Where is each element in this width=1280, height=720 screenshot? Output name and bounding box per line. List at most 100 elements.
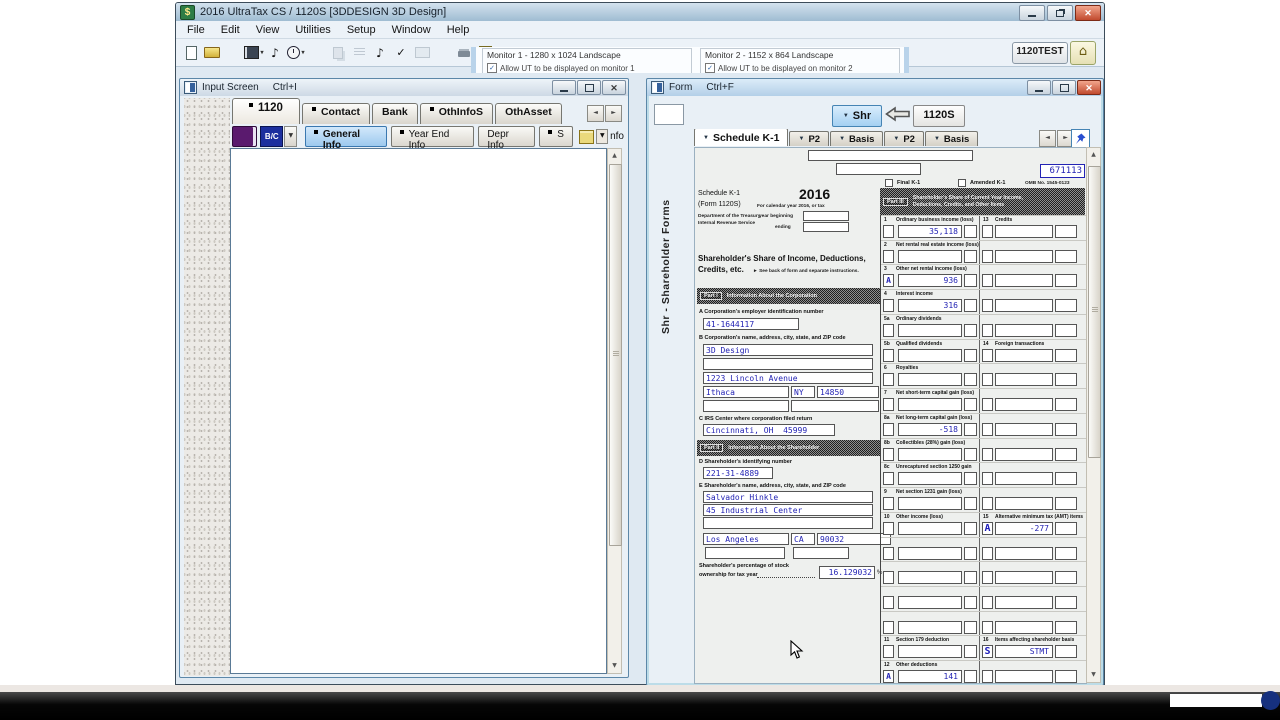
toolbar-separator[interactable]: ▾ — [433, 43, 453, 63]
restore-button[interactable] — [1047, 5, 1073, 21]
amount-field[interactable] — [898, 373, 962, 386]
list-icon[interactable]: ▾ — [349, 43, 369, 63]
corp-street-field[interactable]: 1223 Lincoln Avenue — [703, 372, 873, 384]
amount-field[interactable] — [995, 670, 1053, 683]
input-scrollbar[interactable]: ▲ ▼ — [607, 148, 622, 674]
view-dropdown-icon[interactable]: ▼ — [284, 126, 297, 147]
code-field[interactable]: S — [982, 645, 993, 658]
shr-folder-button[interactable]: ▼ Shr — [832, 105, 882, 127]
scroll-up-icon[interactable]: ▲ — [608, 149, 621, 163]
scroll-down-icon[interactable]: ▼ — [608, 659, 621, 673]
amount-field[interactable] — [995, 621, 1053, 634]
amount-field[interactable]: 35,118 — [898, 225, 962, 238]
code-field[interactable] — [982, 373, 993, 386]
pin-icon[interactable] — [1071, 129, 1090, 148]
amount-field[interactable] — [995, 571, 1053, 584]
form-scroll-thumb[interactable] — [1088, 166, 1101, 458]
code-field[interactable] — [883, 522, 894, 535]
amount-field[interactable] — [898, 324, 962, 337]
unit-field[interactable] — [1055, 423, 1077, 436]
home-button[interactable]: ⌂ — [1070, 41, 1096, 65]
unit-field[interactable] — [1055, 596, 1077, 609]
tab-scroll-right[interactable]: ► — [605, 105, 622, 122]
bc-view-icon[interactable]: B/C — [260, 126, 283, 147]
corp-zip2-field[interactable] — [791, 400, 879, 412]
input-screen-tab[interactable]: OthInfoS — [420, 103, 493, 124]
unit-field[interactable] — [964, 274, 977, 287]
form-tab[interactable]: ▼ Schedule K-1 — [694, 129, 788, 146]
code-field[interactable] — [982, 472, 993, 485]
input-section-tab[interactable]: Depr Info — [478, 126, 535, 147]
toolbar-separator[interactable]: ▾ — [223, 43, 243, 63]
code-field[interactable] — [883, 373, 894, 386]
form-tab[interactable]: ▼ Basis — [925, 131, 978, 146]
unit-field[interactable] — [964, 472, 977, 485]
amount-field[interactable] — [995, 398, 1053, 411]
ending-field[interactable] — [803, 222, 849, 232]
year-beginning-field[interactable] — [803, 211, 849, 221]
code-field[interactable] — [883, 472, 894, 485]
amount-field[interactable] — [898, 645, 962, 658]
menu-item[interactable]: View — [248, 24, 288, 36]
unit-field[interactable] — [964, 324, 977, 337]
client-id-button[interactable]: 1120TEST — [1012, 42, 1068, 64]
input-minimize-button[interactable] — [552, 80, 576, 95]
amount-field[interactable] — [995, 497, 1053, 510]
unit-field[interactable] — [1055, 398, 1077, 411]
corp-city2-field[interactable] — [703, 400, 789, 412]
amount-field[interactable] — [898, 497, 962, 510]
field-f-value[interactable]: 16.129032 — [819, 566, 875, 579]
monitor-2-checkbox[interactable]: ✓ — [705, 63, 715, 73]
amount-field[interactable] — [898, 349, 962, 362]
amount-field[interactable] — [995, 250, 1053, 263]
code-field[interactable] — [982, 299, 993, 312]
unit-field[interactable] — [1055, 225, 1077, 238]
shareholder-state-field[interactable]: CA — [791, 533, 815, 545]
music-note-icon[interactable]: ♪▾ — [265, 43, 285, 63]
code-field[interactable] — [883, 250, 894, 263]
unit-field[interactable] — [964, 571, 977, 584]
code-field[interactable] — [982, 571, 993, 584]
unit-field[interactable] — [1055, 547, 1077, 560]
amount-field[interactable] — [898, 472, 962, 485]
tab-scroll-left[interactable]: ◄ — [587, 105, 604, 122]
input-screen-tab[interactable]: 1120 — [232, 98, 300, 124]
form-tab[interactable]: ▼ P2 — [884, 131, 924, 146]
amount-field[interactable] — [995, 423, 1053, 436]
code-field[interactable] — [982, 670, 993, 683]
unit-field[interactable] — [964, 448, 977, 461]
menu-item[interactable]: Help — [439, 24, 478, 36]
image-icon[interactable]: ▾ — [412, 43, 432, 63]
scroll-up-icon[interactable]: ▲ — [1087, 148, 1100, 162]
unit-field[interactable] — [964, 373, 977, 386]
form-tab[interactable]: ▼ P2 — [789, 131, 829, 146]
field-c-value[interactable]: Cincinnati, OH 45999 — [703, 424, 835, 436]
code-field[interactable] — [982, 423, 993, 436]
back-arrow-icon[interactable] — [885, 106, 911, 127]
code-field[interactable] — [883, 349, 894, 362]
checkmark-icon[interactable]: ✓▾ — [391, 43, 411, 63]
code-field[interactable] — [982, 621, 993, 634]
amount-field[interactable] — [995, 324, 1053, 337]
amount-field[interactable] — [898, 448, 962, 461]
code-field[interactable]: A — [883, 670, 894, 683]
unit-field[interactable] — [1055, 299, 1077, 312]
unit-field[interactable] — [1055, 274, 1077, 287]
unit-field[interactable] — [964, 225, 977, 238]
input-section-tab[interactable]: Year End Info — [391, 126, 475, 147]
amount-field[interactable] — [995, 349, 1053, 362]
unit-field[interactable] — [1055, 349, 1077, 362]
unit-field[interactable] — [964, 621, 977, 634]
corp-city-field[interactable]: Ithaca — [703, 386, 789, 398]
unit-field[interactable] — [964, 423, 977, 436]
form-minimize-button[interactable] — [1027, 80, 1051, 95]
shareholder-zip2-field[interactable] — [793, 547, 849, 559]
amount-field[interactable] — [898, 547, 962, 560]
new-document-icon[interactable]: ▾ — [181, 43, 201, 63]
code-field[interactable] — [883, 423, 894, 436]
code-field[interactable] — [982, 596, 993, 609]
amount-field[interactable]: 936 — [898, 274, 962, 287]
scroll-down-icon[interactable]: ▼ — [1087, 668, 1100, 682]
code-field[interactable]: A — [982, 522, 993, 535]
unit-field[interactable] — [1055, 670, 1077, 683]
